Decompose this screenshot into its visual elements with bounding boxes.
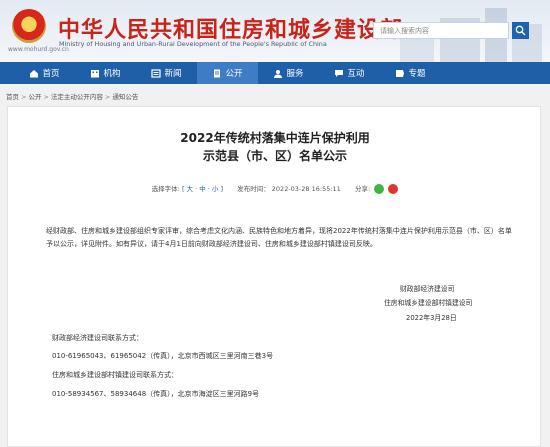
nav-label: 首页 [42,69,60,79]
topic-icon [395,69,405,78]
national-emblem-icon[interactable] [12,9,46,43]
site-header: www.mohurd.gov.cn 中华人民共和国住房和城乡建设部 Minist… [0,0,550,62]
signature-date: 2022年3月28日 [406,314,457,322]
wechat-share-icon[interactable] [374,184,385,194]
article-meta: 选择字体: [ 大 · 中 · 小 ] 发布时间： 2022-03-28 16:… [8,183,542,194]
signature-org1: 财政部经济建设司 [400,285,455,293]
signature-org2: 住房和城乡建设部村镇建设司 [384,299,473,307]
breadcrumb-notices[interactable]: 通知公告 [112,93,138,101]
nav-label: 公开 [225,69,243,79]
nav-item-open[interactable]: 公开 [197,62,258,84]
nav-label: 新闻 [164,69,182,79]
weibo-share-icon[interactable] [388,184,399,194]
breadcrumb: 首页 > 公开 > 法定主动公开内容 > 通知公告 [6,93,139,101]
nav-label: 机构 [103,69,121,79]
home-icon [29,69,39,78]
nav-item-news[interactable]: 新闻 [136,62,197,84]
search-icon [515,25,526,36]
nav-label: 专题 [408,69,426,79]
nav-label: 服务 [286,69,304,79]
nav-item-interaction[interactable]: 互动 [319,62,380,84]
article-title-line1: 2022年传统村落集中连片保护利用 [180,131,370,145]
service-icon [273,69,283,78]
nav-item-topic[interactable]: 专题 [380,62,441,84]
building-icon [90,69,100,78]
document-icon [212,69,222,78]
publish-time-label: 发布时间： [237,185,270,193]
article-card: 2022年传统村落集中连片保护利用 示范县（市、区）名单公示 选择字体: [ 大… [7,106,541,447]
contact-detail-housing: 010-58934567、58934648（传真），北京市海淀区三里河路9号 [52,390,260,398]
article-body: 经财政部、住房和城乡建设部组织专家评审，综合考虑文化内涵、民族特色和地方着异，现… [46,227,512,248]
share-label: 分享: [354,185,371,193]
search-input[interactable]: 请输入搜索内容 [373,22,509,39]
breadcrumb-open[interactable]: 公开 [28,93,41,101]
contact-heading-housing: 住房和城乡建设部村镇建设司联系方式： [52,371,178,379]
interaction-icon [334,69,344,78]
font-size-selector[interactable]: [ 大 · 中 · 小 ] [182,185,223,193]
nav-item-home[interactable]: 首页 [14,62,75,84]
breadcrumb-home[interactable]: 首页 [6,93,19,101]
contact-detail-finance: 010-61965043、61965042（传真），北京市西城区三里河南三巷3号 [52,352,274,360]
publish-time-value: 2022-03-28 16:55:11 [271,185,341,193]
contact-heading-finance: 财政部经济建设司联系方式： [52,334,143,342]
main-nav: 首页 机构 新闻 公开 服务 互动 专题 [0,62,550,84]
news-icon [151,68,162,78]
site-subtitle: Ministry of Housing and Urban-Rural Deve… [59,40,327,48]
nav-item-service[interactable]: 服务 [258,62,319,84]
font-size-label: 选择字体: [151,185,180,193]
breadcrumb-statutory[interactable]: 法定主动公开内容 [51,93,103,101]
article-title-line2: 示范县（市、区）名单公示 [202,149,347,163]
nav-label: 互动 [347,69,365,79]
search-button[interactable] [512,22,529,39]
nav-item-org[interactable]: 机构 [75,62,136,84]
